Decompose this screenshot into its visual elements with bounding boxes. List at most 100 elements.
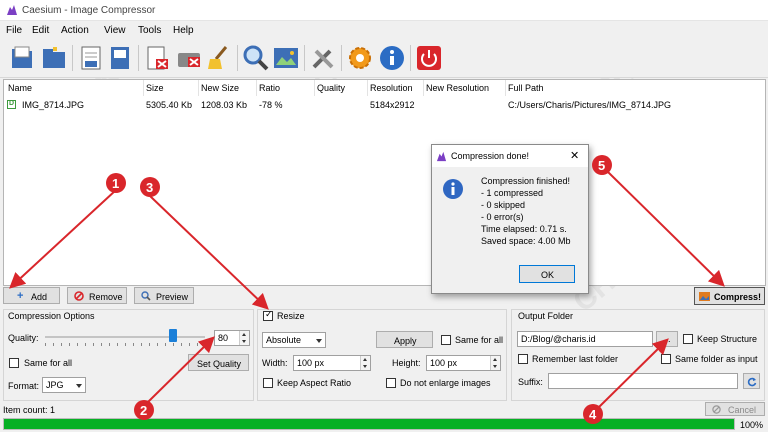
- quality-slider-thumb[interactable]: [169, 329, 177, 342]
- dialog-close-icon[interactable]: ✕: [570, 149, 579, 162]
- keep-structure-checkbox[interactable]: [683, 334, 693, 344]
- output-folder-input[interactable]: D:/Blog/@charis.id: [517, 331, 653, 347]
- column-header-new-size[interactable]: New Size: [201, 83, 239, 93]
- preview-magnifier-icon[interactable]: [241, 43, 271, 73]
- slider-tick: [45, 343, 46, 346]
- column-header-resolution[interactable]: Resolution: [370, 83, 413, 93]
- resize-title: Resize: [277, 311, 305, 321]
- remove-button[interactable]: Remove: [67, 287, 127, 304]
- menu-edit[interactable]: Edit: [32, 25, 49, 36]
- keep-structure-label: Keep Structure: [697, 334, 758, 344]
- same-for-all-resize-label: Same for all: [455, 335, 504, 345]
- column-header-full-path[interactable]: Full Path: [508, 83, 544, 93]
- keep-aspect-ratio-label: Keep Aspect Ratio: [277, 378, 352, 388]
- dialog-title-bar: Compression done! ✕: [432, 145, 588, 167]
- set-quality-button[interactable]: Set Quality: [188, 354, 249, 371]
- column-header-new-resolution[interactable]: New Resolution: [426, 83, 489, 93]
- window-title: Caesium - Image Compressor: [22, 5, 156, 16]
- quality-value: 80: [218, 333, 229, 343]
- cancel-circle-icon: [712, 405, 721, 414]
- menu-view[interactable]: View: [104, 25, 126, 36]
- file-list-table[interactable]: Name Size New Size Ratio Quality Resolut…: [3, 79, 766, 286]
- cell-size: 5305.40 Kb: [146, 100, 193, 110]
- menu-help[interactable]: Help: [173, 25, 194, 36]
- info-icon[interactable]: [377, 43, 407, 73]
- column-header-name[interactable]: Name: [8, 83, 32, 93]
- column-header-quality[interactable]: Quality: [317, 83, 345, 93]
- ok-label: OK: [541, 270, 555, 280]
- cell-new-size: 1208.03 Kb: [201, 100, 248, 110]
- tools-icon[interactable]: [308, 43, 338, 73]
- column-header-size[interactable]: Size: [146, 83, 164, 93]
- dialog-title: Compression done!: [451, 151, 530, 161]
- cell-resolution: 5184x2912: [370, 100, 415, 110]
- compress-button-label: Compress!: [714, 292, 762, 302]
- dialog-message: Compression finished! - 1 compressed - 0…: [481, 175, 571, 247]
- remove-circle-icon: [74, 291, 84, 301]
- resize-checkbox[interactable]: ✓: [263, 309, 273, 321]
- menu-action[interactable]: Action: [61, 25, 89, 36]
- save-list-icon[interactable]: [76, 43, 106, 73]
- add-button-label: Add: [31, 292, 48, 302]
- browse-folder-button[interactable]: ...: [656, 331, 678, 347]
- suffix-input[interactable]: [548, 373, 738, 389]
- menu-tools[interactable]: Tools: [138, 25, 161, 36]
- width-input[interactable]: 100 px: [293, 355, 371, 371]
- do-not-enlarge-checkbox[interactable]: [386, 378, 396, 388]
- slider-tick: [77, 343, 78, 346]
- export-list-icon[interactable]: [105, 43, 135, 73]
- table-row[interactable]: D IMG_8714.JPG 5305.40 Kb 1208.03 Kb -78…: [4, 97, 765, 111]
- broom-icon[interactable]: [204, 43, 234, 73]
- add-button[interactable]: + Add: [3, 287, 60, 304]
- browse-label: ...: [663, 334, 671, 344]
- same-for-all-quality-label: Same for all: [24, 358, 73, 368]
- open-folder-icon[interactable]: [39, 43, 69, 73]
- reset-suffix-button[interactable]: [743, 373, 760, 389]
- remember-last-folder-checkbox[interactable]: [518, 354, 528, 364]
- keep-aspect-ratio-checkbox[interactable]: [263, 378, 273, 388]
- same-for-all-quality-checkbox[interactable]: [9, 358, 19, 368]
- compare-image-icon[interactable]: [271, 43, 301, 73]
- output-folder-title: Output Folder: [518, 311, 574, 321]
- resize-mode-select[interactable]: Absolute: [262, 332, 326, 348]
- cancel-button[interactable]: Cancel: [705, 402, 765, 416]
- dialog-line: - 0 error(s): [481, 212, 524, 222]
- progress-bar: [3, 418, 735, 430]
- format-select[interactable]: JPG: [42, 377, 86, 393]
- quality-slider-track[interactable]: [45, 336, 205, 338]
- format-value: JPG: [46, 380, 64, 390]
- slider-tick: [61, 343, 62, 346]
- slider-tick: [133, 343, 134, 346]
- slider-tick: [117, 343, 118, 346]
- height-input[interactable]: 100 px: [426, 355, 501, 371]
- progress-percent: 100%: [740, 420, 764, 430]
- slider-tick: [157, 343, 158, 346]
- preview-button[interactable]: Preview: [134, 287, 194, 304]
- remember-last-folder-label: Remember last folder: [532, 354, 619, 364]
- dialog-line: Compression finished!: [481, 176, 571, 186]
- compression-options-title: Compression Options: [8, 311, 95, 321]
- output-folder-value: D:/Blog/@charis.id: [521, 334, 596, 344]
- progress-fill: [4, 419, 734, 429]
- quality-spinbox[interactable]: 80: [214, 330, 250, 346]
- remove-item-icon[interactable]: [142, 43, 172, 73]
- ok-button[interactable]: OK: [519, 265, 575, 283]
- slider-tick: [181, 343, 182, 346]
- column-header-ratio[interactable]: Ratio: [259, 83, 280, 93]
- same-for-all-resize-checkbox[interactable]: [441, 335, 451, 345]
- preview-button-label: Preview: [156, 292, 189, 302]
- apply-button[interactable]: Apply: [376, 331, 433, 348]
- slider-tick: [173, 343, 174, 346]
- clear-list-icon[interactable]: [174, 43, 204, 73]
- open-file-icon[interactable]: [7, 43, 37, 73]
- compressed-status-icon: D: [7, 100, 16, 109]
- set-quality-label: Set Quality: [197, 359, 242, 369]
- settings-gear-icon[interactable]: [345, 43, 375, 73]
- menu-file[interactable]: File: [6, 25, 22, 36]
- power-exit-icon[interactable]: [414, 43, 444, 73]
- caesium-app-icon: [436, 151, 447, 162]
- width-label: Width:: [262, 358, 288, 368]
- slider-tick: [189, 343, 190, 346]
- same-folder-as-input-checkbox[interactable]: [661, 354, 671, 364]
- compress-button[interactable]: Compress!: [694, 287, 765, 305]
